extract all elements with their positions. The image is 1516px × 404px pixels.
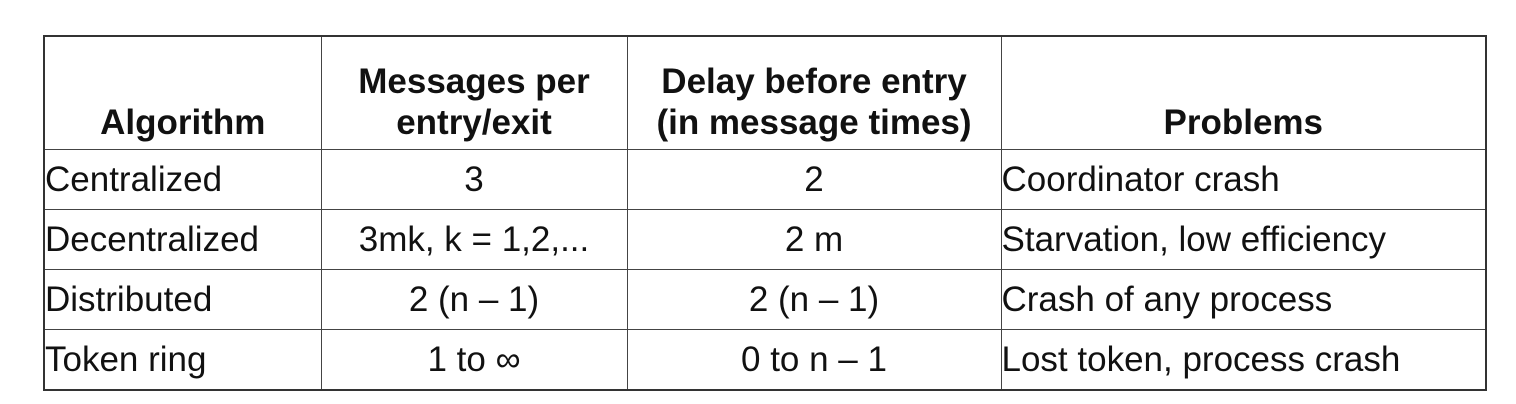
cell-messages: 2 (n – 1)	[320, 269, 628, 330]
cell-messages: 1 to ∞	[320, 329, 628, 391]
cell-delay: 2 m	[626, 209, 1002, 270]
cell-problems: Lost token, process crash	[1000, 329, 1487, 391]
cell-algorithm: Decentralized	[43, 209, 322, 270]
table-row: Token ring 1 to ∞ 0 to n – 1 Lost token,…	[43, 329, 1487, 391]
table-row: Centralized 3 2 Coordinator crash	[43, 149, 1487, 210]
cell-messages: 3	[320, 149, 628, 210]
cell-algorithm: Token ring	[43, 329, 322, 391]
header-delay: Delay before entry (in message times)	[626, 35, 1002, 150]
header-algorithm: Algorithm	[43, 35, 322, 150]
cell-delay: 2	[626, 149, 1002, 210]
cell-algorithm: Distributed	[43, 269, 322, 330]
comparison-table: Algorithm Messages per entry/exit Delay …	[43, 35, 1487, 391]
header-problems: Problems	[1000, 35, 1487, 150]
cell-messages: 3mk, k = 1,2,...	[320, 209, 628, 270]
cell-delay: 0 to n – 1	[626, 329, 1002, 391]
cell-problems: Starvation, low efficiency	[1000, 209, 1487, 270]
table-row: Distributed 2 (n – 1) 2 (n – 1) Crash of…	[43, 269, 1487, 330]
table-row: Decentralized 3mk, k = 1,2,... 2 m Starv…	[43, 209, 1487, 270]
cell-delay: 2 (n – 1)	[626, 269, 1002, 330]
header-messages-line2: entry/exit	[396, 103, 552, 142]
table-header-row: Algorithm Messages per entry/exit Delay …	[43, 35, 1487, 150]
header-messages-line1: Messages per	[358, 62, 590, 101]
cell-algorithm: Centralized	[43, 149, 322, 210]
cell-problems: Coordinator crash	[1000, 149, 1487, 210]
cell-problems: Crash of any process	[1000, 269, 1487, 330]
header-delay-line2: (in message times)	[656, 103, 972, 142]
header-messages: Messages per entry/exit	[320, 35, 628, 150]
header-delay-line1: Delay before entry	[661, 62, 967, 101]
